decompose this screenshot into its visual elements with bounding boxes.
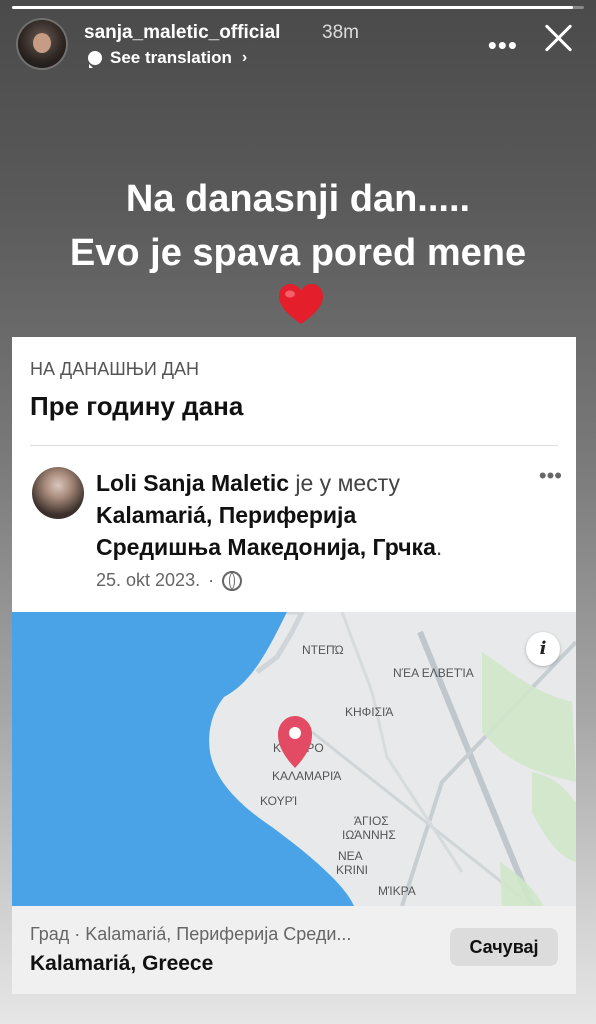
map-label-nea: ΝΕΑ [338,849,363,863]
post-date: 25. okt 2023. [96,570,201,590]
post-more-icon[interactable]: ••• [539,463,562,489]
place-name[interactable]: Kalamariá, Greece [30,952,213,976]
memory-title: НА ДАНАШЊИ ДАН [30,359,200,379]
post-place-line-2[interactable]: Средишња Македонија, Грчка [96,534,436,560]
place-footer: Град · Kalamariá, Периферија Среди... Ka… [12,906,576,994]
map-label-ioannis: ΙΩΆΝΝΗΣ [342,828,396,842]
map-label-kifisia: ΚΗΦΙΣΙΆ [345,705,393,719]
story-progress-bar [12,6,584,9]
post-author-name[interactable]: Loli Sanja Maletic [96,470,289,496]
memory-subtitle: Пре годину дана [30,391,244,421]
post-text: Loli Sanja Maletic је у месту Kalamariá,… [96,467,536,563]
profile-avatar[interactable] [18,20,66,68]
map-label-mikra: ΜΊΚΡΑ [378,884,416,898]
story-timestamp: 38m [322,22,359,43]
location-map[interactable]: ΝΤΕΠΏ ΝΈΑ ΕΛΒΕΤΊΑ ΚΗΦΙΣΙΆ ΚΈΝΤΡΟ ΚΑΛΑΜΑΡ… [12,612,576,906]
divider [30,445,558,446]
map-info-icon[interactable]: i [526,632,560,666]
memory-card: НА ДАНАШЊИ ДАН Пре годину дана ••• Loli … [12,337,576,994]
globe-icon [222,570,243,591]
close-icon[interactable] [538,18,578,58]
username[interactable]: sanja_maletic_official [84,22,280,44]
story-caption: Na danasnji dan..... Evo je spava pored … [0,172,596,280]
map-label-krini: KRINI [336,863,368,877]
map-label-ntepo: ΝΤΕΠΏ [302,643,344,657]
post-place-suffix: . [435,534,443,560]
see-translation-label: See translation [110,48,232,67]
caption-line-1: Na danasnji dan..... [125,178,471,220]
map-label-kalamaria: ΚΑΛΑΜΑΡΙΆ [272,769,341,783]
see-translation-link[interactable]: See translation › [88,48,247,68]
post-connector: је у месту [295,470,400,496]
story-header: sanja_maletic_official 38m See translati… [18,18,578,70]
map-label-agios: ΆΓΙΟΣ [354,814,389,828]
chevron-right-icon: › [241,49,248,66]
map-label-kouri: ΚΟΥΡΊ [260,794,297,808]
caption-line-2: Evo je spava pored mene [69,232,527,274]
save-button[interactable]: Сачувај [450,928,558,966]
story-viewer: sanja_maletic_official 38m See translati… [0,0,596,1024]
map-label-nea-elvetia: ΝΈΑ ΕΛΒΕΤΊΑ [393,666,474,680]
post-author-avatar[interactable] [32,467,84,519]
story-progress-fill [12,6,573,9]
translation-bubble-icon [88,51,102,68]
post-meta: 25. okt 2023. · [96,570,243,591]
place-meta: Град · Kalamariá, Периферија Среди... [30,924,352,944]
meta-separator: · [208,570,215,590]
red-heart-icon [279,284,323,324]
more-options-icon[interactable]: ••• [488,30,518,61]
post-place-line-1[interactable]: Kalamariá, Периферија [96,502,356,528]
